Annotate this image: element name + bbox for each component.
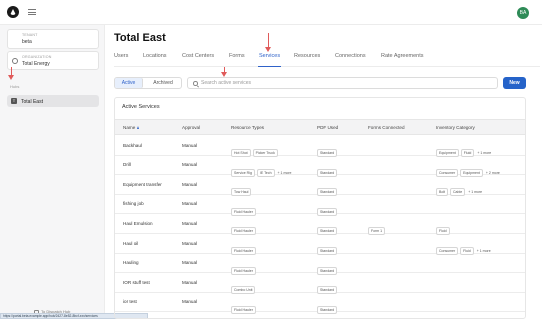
table-row[interactable]: ior test Manual Fluid Hauler Standard	[115, 293, 525, 316]
hub-name: Total East	[21, 98, 43, 105]
approval-value: Manual	[182, 201, 198, 207]
table-row[interactable]: Drill Manual Service Rig IE Tech + 1 more Sta…	[115, 156, 525, 177]
approval-value: Manual	[182, 240, 198, 246]
column-header-approval: Approval	[182, 125, 201, 130]
table-row[interactable]: Backhaul Manual Hot Shot Picker Truck Standa…	[115, 136, 525, 157]
pdf-used: Standard	[317, 298, 339, 316]
approval-value: Manual	[182, 220, 198, 226]
new-service-button[interactable]: New	[503, 77, 526, 89]
tab-cost-centers[interactable]: Cost Centers	[182, 53, 214, 59]
column-header-pdf-used: PDF Used	[317, 125, 339, 130]
app-logo-icon[interactable]	[7, 6, 19, 18]
approval-value: Manual	[182, 260, 198, 266]
table-row[interactable]: IOR stuff test Manual Combo Unit Standard	[115, 273, 525, 295]
status-filter: Active Archived	[114, 77, 182, 89]
sort-ascending-icon[interactable]	[137, 126, 140, 130]
hamburger-menu-icon[interactable]	[28, 9, 36, 15]
organization-icon	[12, 58, 18, 64]
service-name[interactable]: Drill	[123, 162, 131, 167]
column-header-name-label: Name	[123, 125, 136, 130]
tab-services[interactable]: Services	[259, 53, 280, 59]
services-panel: Active Services Name Approval Resource T…	[114, 97, 526, 319]
inventory-more[interactable]: + 1 more	[477, 151, 491, 155]
resource-type-chip: Fluid Hauler	[231, 305, 256, 314]
sidebar-item-hub[interactable]: T Total East	[7, 95, 99, 107]
approval-value: Manual	[182, 181, 198, 187]
service-name[interactable]: fishing job	[123, 201, 144, 206]
inventory-more[interactable]: + 1 more	[468, 190, 482, 194]
column-header-forms-connected: Forms Connected	[368, 125, 405, 130]
annotation-arrow-search	[220, 66, 229, 77]
page-title: Total East	[114, 32, 166, 44]
service-name[interactable]: Hauling	[123, 260, 139, 265]
tab-bar: Users Locations Cost Centers Forms Servi…	[114, 50, 540, 68]
column-header-inventory-category: Inventory Category	[436, 125, 475, 130]
active-tab-indicator	[258, 66, 281, 68]
table-row[interactable]: Hauling Manual Fluid Hauler Standard	[115, 254, 525, 275]
column-header-resource-types: Resource Types	[231, 125, 265, 130]
table-header: Name Approval Resource Types PDF Used Fo…	[115, 119, 525, 135]
inventory-more[interactable]: + 1 more	[477, 249, 491, 253]
resource-types-more[interactable]: + 1 more	[278, 171, 292, 175]
hubs-label: Hubs	[10, 84, 20, 89]
service-name[interactable]: ior test	[123, 299, 137, 304]
approval-value: Manual	[182, 279, 198, 285]
annotation-arrow-hubs	[7, 67, 16, 80]
organization-caption: ORGANIZATION	[22, 55, 52, 59]
tenant-selector[interactable]: TENANT beta	[7, 29, 99, 49]
search-box	[187, 77, 498, 89]
tab-forms[interactable]: Forms	[229, 53, 245, 59]
service-name[interactable]: Equipment transfer	[123, 182, 162, 187]
resource-types: Fluid Hauler	[231, 298, 258, 316]
tab-rate-agreements[interactable]: Rate Agreements	[381, 53, 424, 59]
approval-value: Manual	[182, 142, 198, 148]
service-name[interactable]: IOR stuff test	[123, 280, 150, 285]
hub-badge: T	[11, 98, 17, 104]
tenant-value: beta	[22, 39, 32, 45]
sidebar: TENANT beta ORGANIZATION Total Energy Hu…	[0, 25, 105, 319]
organization-value: Total Energy	[22, 61, 50, 67]
annotation-arrow-services	[264, 33, 273, 52]
approval-value: Manual	[182, 299, 198, 305]
approval-value: Manual	[182, 162, 198, 168]
filter-active-button[interactable]: Active	[115, 78, 143, 88]
table-row[interactable]: Haul Emulsion Manual Fluid Hauler Standard F…	[115, 214, 525, 236]
table-row[interactable]: Equipment transfer Manual Tow Haul Standard…	[115, 175, 525, 197]
search-icon	[193, 81, 198, 86]
service-name[interactable]: Haul Emulsion	[123, 221, 153, 226]
service-name[interactable]: Backhaul	[123, 143, 142, 148]
filter-archived-button[interactable]: Archived	[145, 78, 181, 88]
tab-locations[interactable]: Locations	[143, 53, 167, 59]
organization-selector[interactable]: ORGANIZATION Total Energy	[7, 51, 99, 70]
panel-title: Active Services	[122, 104, 160, 110]
top-bar: BA	[0, 0, 542, 25]
service-name[interactable]: Haul oil	[123, 241, 138, 246]
pdf-chip: Standard	[317, 305, 338, 314]
tab-resources[interactable]: Resources	[294, 53, 320, 59]
column-header-name[interactable]: Name	[123, 125, 140, 130]
tab-connections[interactable]: Connections	[335, 53, 366, 59]
table-row[interactable]: fishing job Manual Fluid Hauler Standard	[115, 195, 525, 216]
table-row[interactable]: Haul oil Manual Fluid Hauler Standard Consum…	[115, 234, 525, 255]
tenant-caption: TENANT	[22, 33, 38, 37]
user-avatar[interactable]: BA	[517, 7, 529, 19]
search-input[interactable]	[201, 78, 491, 88]
inventory-more[interactable]: + 2 more	[486, 171, 500, 175]
tab-users[interactable]: Users	[114, 53, 128, 59]
